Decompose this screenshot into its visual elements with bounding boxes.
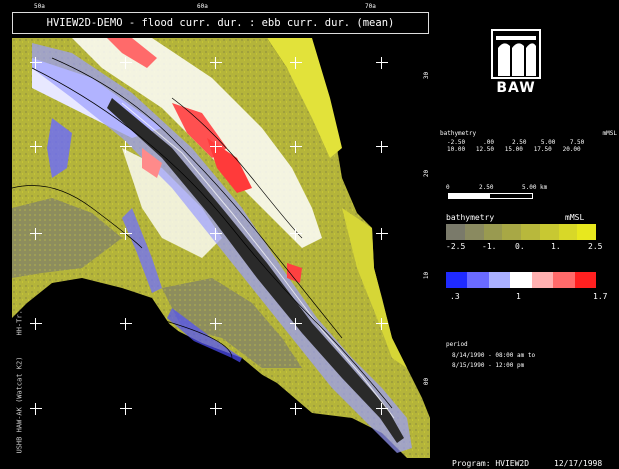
bathy-table-row2: 10.00 12.50 15.00 17.50 20.00 [447,146,581,153]
grid-cross-marker [290,57,302,69]
grid-cross-marker [30,141,42,153]
grid-cross-marker [290,318,302,330]
bathy-tick-4: 2.5 [588,242,603,251]
grid-cross-marker [30,403,42,415]
bathy-legend-title: bathymetry [446,213,495,222]
bathy-tick-2: 0. [515,242,525,251]
scale-label-0: 0 [446,184,450,191]
grid-cross-marker [290,141,302,153]
scale-label-2: 5.00 km [522,184,548,191]
period-line1: 8/14/1990 - 08:00 am to [452,352,536,359]
grid-cross-marker [210,57,222,69]
bathy-table-row1: -2.50 .00 2.50 5.00 7.50 [447,139,585,146]
grid-cross-marker [120,318,132,330]
bathy-color-bar [446,224,596,240]
grid-cross-marker [376,141,388,153]
ratio-tick-2: 1.7 [593,292,608,301]
bathy-swatch [539,224,559,240]
ratio-swatch [574,272,596,288]
baw-logo-icon [491,29,541,79]
grid-cross-marker [376,318,388,330]
scale-label-1: 2.50 [479,184,494,191]
grid-cross-marker [30,318,42,330]
ratio-tick-0: .3 [450,292,460,301]
scale-bar-fill [449,194,490,198]
bathy-swatch [558,224,578,240]
bathy-swatch [577,224,596,240]
bathy-tick-1: -1. [482,242,497,251]
bathy-tick-0: -2.5 [446,242,466,251]
grid-cross-marker [376,228,388,240]
bathy-tick-3: 1. [551,242,561,251]
grid-cross-marker [290,228,302,240]
footer-program: Program: HVIEW2D [452,459,530,468]
ratio-swatch [531,272,554,288]
grid-cross-marker [30,57,42,69]
ratio-swatch [510,272,532,288]
grid-cross-marker [120,141,132,153]
grid-cross-marker [210,228,222,240]
bathy-legend-unit: mMSL [565,213,585,222]
grid-cross-marker [30,228,42,240]
grid-cross-marker [210,141,222,153]
ratio-swatch [467,272,489,288]
baw-logo-text: BAW [496,80,536,96]
bathy-swatch [483,224,503,240]
bathy-swatch [446,224,465,240]
ratio-color-bar [446,272,596,288]
baw-logo: BAW [490,28,542,98]
grid-cross-marker [120,403,132,415]
grid-cross-marker [210,318,222,330]
bathy-swatch [521,224,540,240]
ratio-tick-1: 1 [516,292,521,301]
period-line2: 8/15/1990 - 12:00 pm [452,362,525,369]
grid-cross-marker [210,403,222,415]
grid-cross-marker [376,57,388,69]
grid-cross-marker [120,228,132,240]
bathy-table-header: bathymetry mMSL [440,130,618,137]
grid-cross-marker [120,57,132,69]
period-label: period [446,341,468,348]
bathy-swatch [502,224,521,240]
grid-cross-marker [376,403,388,415]
bathy-swatch [464,224,484,240]
ratio-swatch [488,272,511,288]
footer-date: 12/17/1998 [554,459,603,468]
ratio-swatch [446,272,468,288]
grid-cross-marker [290,403,302,415]
ratio-swatch [553,272,575,288]
